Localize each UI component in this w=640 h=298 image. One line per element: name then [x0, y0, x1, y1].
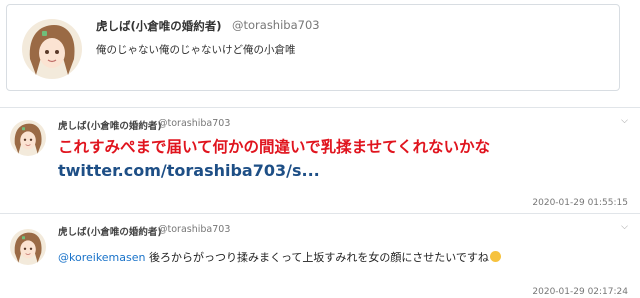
tweet-timestamp[interactable]: 2020-01-29 02:17:24: [532, 287, 628, 297]
profile-name[interactable]: 虎しば(小倉唯の婚約者): [96, 18, 222, 34]
tweet-avatar[interactable]: [10, 229, 46, 265]
tweet-author-handle[interactable]: @torashiba703: [158, 118, 230, 129]
profile-handle[interactable]: @torashiba703: [232, 18, 320, 32]
tweet-timestamp[interactable]: 2020-01-29 01:55:15: [532, 198, 628, 208]
tweet-text: @koreikemasen 後ろからがっつり揉みまくって上坂すみれを女の顔にさせ…: [58, 249, 501, 265]
profile-card: 虎しば(小倉唯の婚約者) @torashiba703 俺のじゃない俺のじゃないけ…: [6, 4, 620, 91]
smiling-face-emoji-icon: [489, 251, 501, 262]
tweet-link[interactable]: twitter.com/torashiba703/s...: [58, 161, 320, 180]
tweet-body-text: 後ろからがっつり揉みまくって上坂すみれを女の顔にさせたいですね: [145, 251, 489, 264]
tweet-author-handle[interactable]: @torashiba703: [158, 224, 230, 235]
chevron-down-icon[interactable]: ⌵: [621, 222, 628, 232]
tweet-text: これすみぺまで届いて何かの間違いで乳揉ませてくれないかな: [58, 138, 491, 156]
tweet-item[interactable]: 虎しば(小倉唯の婚約者) @torashiba703 ⌵ @koreikemas…: [0, 213, 640, 298]
tweet-author-name[interactable]: 虎しば(小倉唯の婚約者): [58, 224, 162, 238]
profile-bio: 俺のじゃない俺のじゃないけど俺の小倉唯: [96, 44, 296, 56]
tweet-item[interactable]: 虎しば(小倉唯の婚約者) @torashiba703 ⌵ これすみぺまで届いて何…: [0, 107, 640, 213]
tweet-author-name[interactable]: 虎しば(小倉唯の婚約者): [58, 118, 162, 132]
chevron-down-icon[interactable]: ⌵: [621, 116, 628, 126]
mention-link[interactable]: @koreikemasen: [58, 251, 145, 264]
tweet-avatar[interactable]: [10, 120, 46, 156]
profile-avatar[interactable]: [22, 19, 82, 79]
